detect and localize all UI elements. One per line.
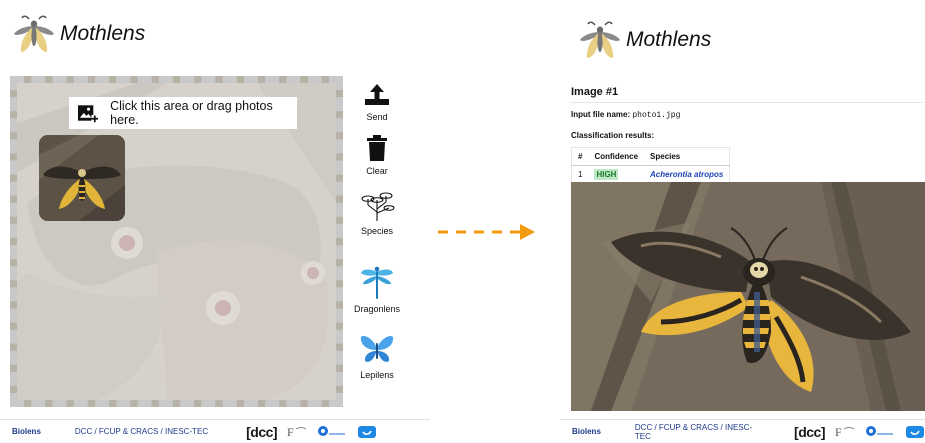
send-button[interactable]: Send <box>342 82 412 122</box>
classified-moth-photo <box>571 182 925 411</box>
trash-icon <box>367 135 387 161</box>
input-file-label: Input file name: <box>571 110 631 119</box>
input-file-row: Input file name: photo1.jpg <box>571 110 923 120</box>
classification-result: Image #1 Input file name: photo1.jpg Cla… <box>571 86 923 184</box>
footer-org-link[interactable]: DCC / FCUP & CRACS / INESC-TEC <box>635 423 756 441</box>
row-confidence: HIGH <box>588 166 644 184</box>
inesc-logo-icon[interactable] <box>357 425 377 439</box>
drop-hint[interactable]: Click this area or drag photos here. <box>69 97 297 129</box>
fc-logo-icon[interactable]: F <box>287 425 307 439</box>
cracs-logo-icon[interactable] <box>317 425 347 439</box>
dcc-logo[interactable]: [dcc] <box>794 424 825 440</box>
column-header-confidence: Confidence <box>588 147 645 166</box>
classification-table: # Confidence Species 1 HIGH Acherontia a… <box>571 147 731 184</box>
species-label: Species <box>360 226 394 236</box>
input-file-name: photo1.jpg <box>632 111 681 120</box>
death-head-hawkmoth-image <box>571 182 925 411</box>
dcc-logo[interactable]: [dcc] <box>246 424 277 440</box>
table-header-row: # Confidence Species <box>571 147 730 166</box>
row-species-link[interactable]: Acherontia atropos <box>644 166 730 184</box>
table-row: 1 HIGH Acherontia atropos <box>572 166 730 184</box>
column-header-species: Species <box>644 147 730 166</box>
result-footer: Biolens DCC / FCUP & CRACS / INESC-TEC [… <box>560 419 925 443</box>
clear-label: Clear <box>366 166 388 176</box>
moth-logo-icon <box>14 15 54 52</box>
svg-text:F: F <box>287 425 294 439</box>
photo-drop-zone[interactable]: Click this area or drag photos here. <box>10 76 343 407</box>
upload-tray-icon <box>365 84 389 105</box>
butterfly-icon <box>360 336 394 362</box>
fc-logo-icon[interactable]: F <box>835 425 855 439</box>
footer-brand-link[interactable]: Biolens <box>572 427 601 436</box>
dragonlens-label: Dragonlens <box>353 304 401 314</box>
dragonfly-icon <box>361 266 393 299</box>
species-button[interactable]: Species <box>342 192 412 236</box>
result-app-logo: Mothlens <box>578 18 711 62</box>
footer-brand-link[interactable]: Biolens <box>12 427 41 436</box>
dragonlens-button[interactable]: Dragonlens <box>342 264 412 314</box>
footer: Biolens DCC / FCUP & CRACS / INESC-TEC [… <box>0 419 430 443</box>
inesc-logo-icon[interactable] <box>905 425 925 439</box>
confidence-badge: HIGH <box>594 169 619 180</box>
image-title: Image #1 <box>571 86 923 103</box>
footer-org-link[interactable]: DCC / FCUP & CRACS / INESC-TEC <box>75 427 208 436</box>
clear-button[interactable]: Clear <box>342 134 412 176</box>
classification-title: Classification results: <box>571 131 655 140</box>
tree-diagram-icon <box>361 192 395 221</box>
add-photo-icon <box>77 105 99 123</box>
row-rank: 1 <box>578 170 583 179</box>
moth-thumbnail-image <box>39 135 125 221</box>
lepilens-button[interactable]: Lepilens <box>342 334 412 380</box>
drop-zone-overlay <box>17 83 336 400</box>
cracs-logo-icon[interactable] <box>865 425 895 439</box>
lepilens-label: Lepilens <box>360 370 394 380</box>
result-app-title: Mothlens <box>626 28 712 51</box>
dashed-arrow-icon <box>438 224 535 240</box>
uploaded-photo-thumbnail[interactable] <box>39 135 125 221</box>
send-label: Send <box>366 112 388 122</box>
app-title: Mothlens <box>60 22 146 45</box>
app-logo: Mothlens <box>12 12 145 56</box>
svg-text:F: F <box>835 425 842 439</box>
moth-logo-icon <box>580 21 620 58</box>
drop-hint-text: Click this area or drag photos here. <box>110 99 273 127</box>
column-header-rank: # <box>571 147 589 166</box>
